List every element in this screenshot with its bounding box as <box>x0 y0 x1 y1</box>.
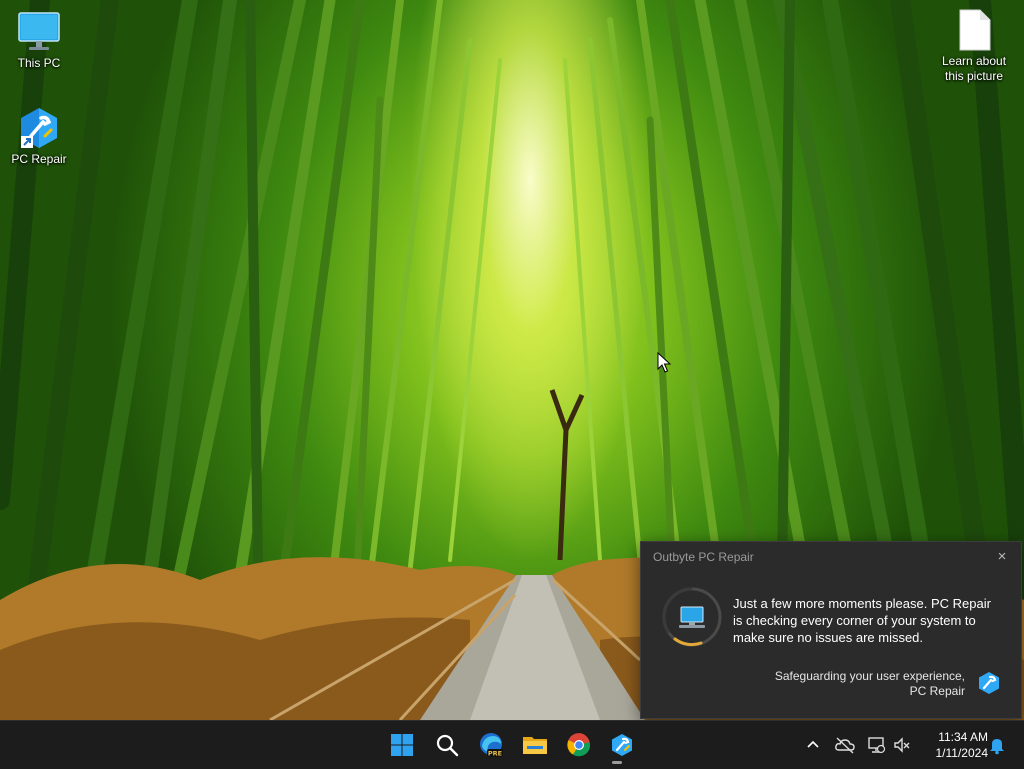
search-button[interactable] <box>431 729 463 761</box>
folder-icon <box>523 737 547 754</box>
mouse-cursor-icon <box>657 352 671 373</box>
pc-repair-notification[interactable]: Outbyte PC Repair × Just a few more mome… <box>640 541 1022 719</box>
footer-tagline: Safeguarding your user experience, <box>774 669 965 683</box>
show-hidden-icons-button[interactable] <box>803 735 823 755</box>
edge-beta-button[interactable]: PRE <box>475 729 507 761</box>
chrome-icon <box>567 733 591 757</box>
search-icon <box>436 734 459 757</box>
monitor-icon <box>17 10 61 54</box>
taskbar: PRE 11:34 AM 1/11/2024 <box>0 720 1024 769</box>
scanning-progress-icon <box>661 586 723 648</box>
chevron-up-icon <box>807 740 819 748</box>
network-tray-button[interactable] <box>866 735 886 755</box>
volume-muted-icon <box>894 737 910 753</box>
document-icon <box>952 8 996 52</box>
pc-repair-icon <box>612 734 632 756</box>
desktop-icon-this-pc[interactable]: This PC <box>3 10 75 71</box>
pc-repair-icon <box>17 106 61 150</box>
volume-tray-button[interactable] <box>892 735 912 755</box>
desktop-icon-pc-repair[interactable]: PC Repair <box>3 106 75 167</box>
chrome-button[interactable] <box>563 729 595 761</box>
running-app-indicator <box>612 761 622 764</box>
cloud-offline-icon <box>835 737 855 754</box>
pc-repair-taskbar-button[interactable] <box>606 729 638 761</box>
desktop-icon-label: PC Repair <box>11 152 67 166</box>
desktop-icon-label: Learn about this picture <box>941 54 1007 83</box>
system-clock[interactable]: 11:34 AM 1/11/2024 <box>918 729 989 761</box>
network-disconnected-icon <box>868 737 886 754</box>
notification-app-name: Outbyte PC Repair <box>653 550 754 564</box>
pc-repair-logo-icon <box>977 671 1001 695</box>
onedrive-tray-button[interactable] <box>834 735 855 755</box>
notification-footer: Safeguarding your user experience, PC Re… <box>775 669 965 699</box>
footer-signature: PC Repair <box>909 684 965 698</box>
desktop-icon-learn-about-picture[interactable]: Learn about this picture <box>938 8 1010 84</box>
start-button[interactable] <box>386 729 418 761</box>
windows-logo-icon <box>391 734 413 756</box>
close-icon[interactable]: × <box>993 548 1011 566</box>
file-explorer-button[interactable] <box>519 729 551 761</box>
desktop-icon-label: This PC <box>17 56 61 70</box>
notification-center-button[interactable] <box>987 735 1007 755</box>
notification-message: Just a few more moments please. PC Repai… <box>733 596 991 645</box>
edge-icon: PRE <box>480 733 503 758</box>
clock-date: 1/11/2024 <box>935 746 989 760</box>
clock-time: 11:34 AM <box>938 730 988 744</box>
bell-icon <box>990 739 1004 755</box>
edge-pre-badge: PRE <box>488 750 502 758</box>
